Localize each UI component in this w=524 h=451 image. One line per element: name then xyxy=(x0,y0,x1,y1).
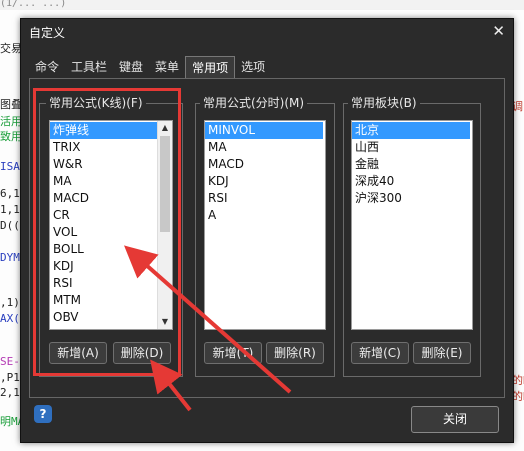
background-text-fragment: AX( xyxy=(0,312,20,325)
background-text-fragment: 交易 xyxy=(0,42,22,55)
help-icon[interactable]: ? xyxy=(34,405,52,423)
kline-delete-button[interactable]: 删除(D) xyxy=(113,342,171,364)
list-item[interactable]: KDJ xyxy=(205,173,323,190)
group-sector-title: 常用板块(B) xyxy=(348,95,420,111)
list-item[interactable]: 北京 xyxy=(352,122,470,139)
scroll-down-icon[interactable]: ▼ xyxy=(158,315,172,329)
list-item[interactable]: MACD xyxy=(205,156,323,173)
scroll-up-icon[interactable]: ▲ xyxy=(158,121,172,135)
tab-common-items[interactable]: 常用项 xyxy=(185,56,236,79)
group-kline-formulas: 常用公式(K线)(F) 炸弹线 TRIX W&R MA MACD CR VOL BOLL KDJ… xyxy=(39,95,183,377)
list-item[interactable]: 沪深300 xyxy=(352,190,470,207)
sector-add-button[interactable]: 新增(C) xyxy=(351,342,409,364)
list-item[interactable]: OBV xyxy=(50,309,157,326)
tab-strip: 命令 工具栏 键盘 菜单 常用项 选项 xyxy=(29,56,271,79)
group-kline-title: 常用公式(K线)(F) xyxy=(46,95,146,111)
tab-toolbars[interactable]: 工具栏 xyxy=(65,56,113,78)
background-menubar: (1/... ...) xyxy=(0,0,524,10)
list-item[interactable]: 深成40 xyxy=(352,173,470,190)
dialog-title: 自定义 xyxy=(29,26,66,40)
kline-formula-list[interactable]: 炸弹线 TRIX W&R MA MACD CR VOL BOLL KDJ RSI MTM OBV ▲ … xyxy=(49,120,173,330)
list-item[interactable]: MA xyxy=(205,139,323,156)
close-icon[interactable]: ✕ xyxy=(492,22,505,40)
tab-keyboard[interactable]: 键盘 xyxy=(113,56,149,78)
close-dialog-button[interactable]: 关闭 xyxy=(411,406,499,433)
background-text-fragment: 2,1 xyxy=(0,386,20,399)
background-text-fragment: 图叠 xyxy=(0,98,22,111)
list-item[interactable]: MACD xyxy=(50,190,157,207)
background-text-fragment: ,1) xyxy=(0,296,20,309)
group-common-sectors: 常用板块(B) 北京 山西 金融 深成40 沪深300 新增(C) 删除(E) xyxy=(343,95,481,377)
background-text-fragment: ISA xyxy=(0,160,20,173)
kline-add-button[interactable]: 新增(A) xyxy=(49,342,107,364)
tab-commands[interactable]: 命令 xyxy=(29,56,65,78)
list-item[interactable]: MTM xyxy=(50,292,157,309)
list-item[interactable]: TRIX xyxy=(50,139,157,156)
list-item[interactable]: KDJ xyxy=(50,258,157,275)
list-item[interactable]: RSI xyxy=(50,275,157,292)
list-item[interactable]: BOLL xyxy=(50,241,157,258)
list-item[interactable]: MA xyxy=(50,173,157,190)
background-text-fragment: 致用 xyxy=(0,130,22,143)
list-item[interactable]: RSI xyxy=(205,190,323,207)
background-text-fragment: DYM xyxy=(0,251,20,264)
dialog-titlebar: 自定义 ✕ xyxy=(21,19,513,44)
background-text-fragment: 1,1 xyxy=(0,203,20,216)
list-item[interactable]: A xyxy=(205,207,323,224)
sector-delete-button[interactable]: 删除(E) xyxy=(413,342,471,364)
list-item[interactable]: 山西 xyxy=(352,139,470,156)
tab-menu[interactable]: 菜单 xyxy=(149,56,185,78)
group-timeshare-title: 常用公式(分时)(M) xyxy=(200,95,308,111)
timeshare-add-button[interactable]: 新增(T) xyxy=(204,342,262,364)
list-item[interactable]: 炸弹线 xyxy=(50,122,157,139)
background-text-fragment: D(( xyxy=(0,219,20,232)
customize-dialog: 自定义 ✕ 命令 工具栏 键盘 菜单 常用项 选项 常用公式(K线)(F) 炸弹… xyxy=(20,18,514,443)
background-text-fragment: SE- xyxy=(0,355,20,368)
timeshare-formula-list[interactable]: MINVOL MA MACD KDJ RSI A xyxy=(204,120,326,330)
list-item[interactable]: VOL xyxy=(50,224,157,241)
sector-list[interactable]: 北京 山西 金融 深成40 沪深300 xyxy=(351,120,473,330)
tab-options[interactable]: 选项 xyxy=(235,56,271,78)
list-item[interactable]: CR xyxy=(50,207,157,224)
scrollbar-thumb[interactable] xyxy=(160,136,170,232)
background-text-fragment: 6,1 xyxy=(0,187,20,200)
list-item[interactable]: MINVOL xyxy=(205,122,323,139)
background-text-fragment: 活用 xyxy=(0,115,22,128)
kline-list-scrollbar[interactable]: ▲ ▼ xyxy=(157,121,172,329)
list-item[interactable]: W&R xyxy=(50,156,157,173)
background-text-fragment: ,P1 xyxy=(0,371,20,384)
group-timeshare-formulas: 常用公式(分时)(M) MINVOL MA MACD KDJ RSI A 新增(T) 删除… xyxy=(195,95,335,377)
list-item[interactable]: 金融 xyxy=(352,156,470,173)
timeshare-delete-button[interactable]: 删除(R) xyxy=(266,342,324,364)
